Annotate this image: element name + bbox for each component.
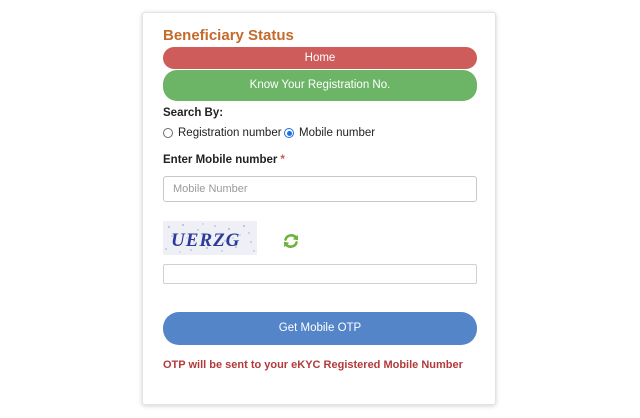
home-button[interactable]: Home xyxy=(163,47,477,69)
get-mobile-otp-button[interactable]: Get Mobile OTP xyxy=(163,312,477,345)
radio-label: Mobile number xyxy=(299,127,376,139)
radio-mobile-number[interactable]: Mobile number xyxy=(284,127,375,139)
captcha-text: UERZG xyxy=(171,230,240,251)
page-title: Beneficiary Status xyxy=(163,27,294,44)
required-asterisk: * xyxy=(280,154,285,166)
radio-button[interactable] xyxy=(163,128,173,138)
radio-label: Registration number xyxy=(178,127,282,139)
refresh-icon[interactable] xyxy=(281,231,301,251)
radio-registration-number[interactable]: Registration number xyxy=(163,127,282,139)
search-by-label: Search By: xyxy=(163,107,224,119)
otp-note: OTP will be sent to your eKYC Registered… xyxy=(163,359,463,371)
captcha-image: UERZG xyxy=(163,221,257,255)
mobile-field-label-text: Enter Mobile number xyxy=(163,154,278,166)
beneficiary-status-card: Beneficiary Status Home Know Your Regist… xyxy=(142,12,496,405)
mobile-number-input[interactable] xyxy=(163,176,477,202)
captcha-noise: UERZG xyxy=(165,223,255,253)
mobile-field-label: Enter Mobile number * xyxy=(163,154,285,166)
captcha-input[interactable] xyxy=(163,264,477,284)
radio-button[interactable] xyxy=(284,128,294,138)
know-registration-button[interactable]: Know Your Registration No. xyxy=(163,70,477,101)
